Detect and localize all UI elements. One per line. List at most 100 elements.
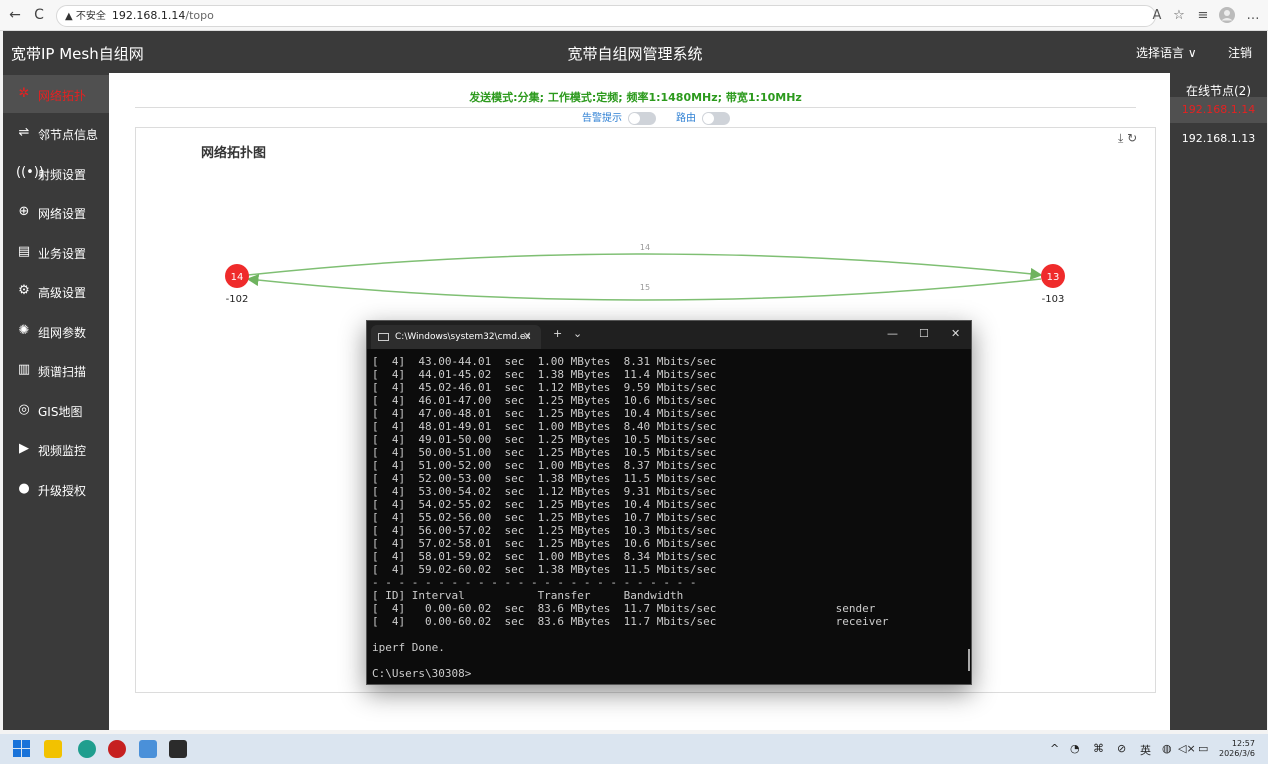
network-tray-icon[interactable]: ◔ <box>1070 742 1080 755</box>
clock-date: 2026/3/6 <box>1219 749 1255 758</box>
tab-close-icon[interactable]: ✕ <box>523 325 531 349</box>
maximize-icon[interactable]: ☐ <box>919 327 929 340</box>
chevron-down-icon[interactable]: ⌄ <box>573 327 582 340</box>
profile-icon[interactable] <box>1218 7 1236 25</box>
map-pin-icon: ◎ <box>18 402 30 417</box>
start-icon[interactable] <box>13 740 31 758</box>
cmd-line: [ 4] 51.00-52.00 sec 1.00 MBytes 8.37 Mb… <box>372 459 717 472</box>
terminal-icon <box>378 333 389 341</box>
sidebar-item-label: 业务设置 <box>38 247 87 261</box>
security-warning[interactable]: ▲ 不安全 <box>65 11 106 22</box>
cmd-line: [ 4] 43.00-44.01 sec 1.00 MBytes 8.31 Mb… <box>372 355 717 368</box>
cmd-tab-title: C:\Windows\system32\cmd.ex <box>395 332 531 342</box>
route-toggle[interactable]: 路由 <box>676 109 730 125</box>
wifi-icon[interactable]: ◍ <box>1162 742 1172 755</box>
address-bar[interactable]: ▲ 不安全 192.168.1.14/topo <box>56 5 1156 27</box>
battery-icon[interactable]: ▭ <box>1198 742 1208 755</box>
cmd-line: [ 4] 46.01-47.00 sec 1.25 MBytes 10.6 Mb… <box>372 394 717 407</box>
node-signal: -103 <box>1042 294 1065 305</box>
camera-icon: ▶ <box>19 441 29 456</box>
alarm-toggle-label: 告警提示 <box>582 113 622 124</box>
cmd-line: [ 4] 52.00-53.00 sec 1.38 MBytes 11.5 Mb… <box>372 472 717 485</box>
route-switch[interactable] <box>702 111 730 125</box>
read-aloud-icon[interactable]: A <box>1148 7 1166 25</box>
sidebar-item-service[interactable]: ▤ 业务设置 <box>3 233 109 271</box>
sidebar-item-video[interactable]: ▶ 视频监控 <box>3 430 109 468</box>
sidebar-item-label: 视频监控 <box>38 444 87 458</box>
online-node-item[interactable]: 192.168.1.13 <box>1170 126 1267 152</box>
sidebar-item-label: 频谱扫描 <box>38 365 87 379</box>
cmd-line: [ 4] 54.02-55.02 sec 1.25 MBytes 10.4 Mb… <box>372 498 717 511</box>
online-nodes-panel: 在线节点(2) 192.168.1.14 192.168.1.13 <box>1170 73 1267 730</box>
clock-time: 12:57 <box>1231 739 1255 748</box>
sidebar-item-neighbors[interactable]: ⇌ 邻节点信息 <box>3 114 109 152</box>
cmd-line: [ 4] 59.02-60.02 sec 1.38 MBytes 11.5 Mb… <box>372 563 717 576</box>
cmd-line: [ 4] 55.02-56.00 sec 1.25 MBytes 10.7 Mb… <box>372 511 717 524</box>
sidebar-item-label: 邻节点信息 <box>38 128 99 142</box>
cmd-line: [ 4] 57.02-58.01 sec 1.25 MBytes 10.6 Mb… <box>372 537 717 550</box>
neighbor-icon: ⇌ <box>18 125 30 140</box>
topology-icon: ✲ <box>18 86 30 101</box>
cmd-line: [ 4] 50.00-51.00 sec 1.25 MBytes 10.5 Mb… <box>372 446 717 459</box>
terminal-taskbar-icon[interactable] <box>169 740 187 758</box>
app-red-icon[interactable] <box>108 740 126 758</box>
cmd-tab[interactable]: C:\Windows\system32\cmd.ex ✕ <box>371 325 541 349</box>
notification-off-icon[interactable]: ⊘ <box>1117 742 1126 755</box>
scrollbar-thumb[interactable] <box>968 649 970 671</box>
service-icon: ▤ <box>17 244 31 259</box>
network-params-icon: ✺ <box>18 323 30 338</box>
new-tab-icon[interactable]: + <box>553 327 562 340</box>
browser-toolbar: ← C ▲ 不安全 192.168.1.14/topo A ☆ ≡ … <box>0 0 1268 31</box>
sidebar-item-label: GIS地图 <box>38 405 83 419</box>
taskbar: ^ ◔ ⌘ ⊘ 英 ◍ ◁× ▭ 12:57 2026/3/6 <box>0 734 1268 764</box>
node-id: 13 <box>1047 272 1060 283</box>
file-explorer-icon[interactable] <box>44 740 62 758</box>
sidebar-item-spectrum[interactable]: ▥ 频谱扫描 <box>3 351 109 389</box>
close-icon[interactable]: ✕ <box>951 327 960 340</box>
volume-muted-icon[interactable]: ◁× <box>1178 742 1196 755</box>
sidebar-item-gis[interactable]: ◎ GIS地图 <box>3 391 109 429</box>
sidebar-item-upgrade[interactable]: ● 升级授权 <box>3 470 109 508</box>
sidebar-item-advanced[interactable]: ⚙ 高级设置 <box>3 272 109 310</box>
alarm-switch[interactable] <box>628 111 656 125</box>
sidebar-item-topology[interactable]: ✲ 网络拓扑 <box>3 75 109 113</box>
reload-icon[interactable]: C <box>30 6 48 24</box>
sidebar-item-network-params[interactable]: ✺ 组网参数 <box>3 312 109 350</box>
app-tray-icon[interactable]: ⌘ <box>1093 742 1104 755</box>
alarm-toggle[interactable]: 告警提示 <box>582 109 656 125</box>
chevron-up-icon[interactable]: ^ <box>1050 742 1059 755</box>
minimize-icon[interactable]: — <box>887 327 898 340</box>
cmd-line: iperf Done. <box>372 641 445 654</box>
cmd-output[interactable]: [ 4] 43.00-44.01 sec 1.00 MBytes 8.31 Mb… <box>372 355 968 680</box>
cmd-line: [ 4] 53.00-54.02 sec 1.12 MBytes 9.31 Mb… <box>372 485 717 498</box>
sidebar-item-radio[interactable]: ((•)) 射频设置 <box>3 154 109 192</box>
back-icon[interactable]: ← <box>6 6 24 24</box>
sidebar-item-label: 组网参数 <box>38 326 87 340</box>
collections-icon[interactable]: ≡ <box>1194 7 1212 25</box>
language-select[interactable]: 选择语言 ∨ <box>1136 44 1197 61</box>
cmd-line: [ 4] 49.01-50.00 sec 1.25 MBytes 10.5 Mb… <box>372 433 717 446</box>
cmd-line: [ 4] 0.00-60.02 sec 83.6 MBytes 11.7 Mbi… <box>372 615 889 628</box>
cmd-window: C:\Windows\system32\cmd.ex ✕ + ⌄ — ☐ ✕ [… <box>366 320 972 685</box>
cmd-line: [ 4] 45.02-46.01 sec 1.12 MBytes 9.59 Mb… <box>372 381 717 394</box>
upgrade-icon: ● <box>18 481 30 496</box>
edge-browser-icon[interactable] <box>78 740 96 758</box>
sidebar-item-label: 网络设置 <box>38 207 87 221</box>
cmd-line: - - - - - - - - - - - - - - - - - - - - … <box>372 576 697 589</box>
remote-desktop-icon[interactable] <box>139 740 157 758</box>
logout-button[interactable]: 注销 <box>1228 44 1252 61</box>
node-id: 14 <box>231 272 244 283</box>
favorite-icon[interactable]: ☆ <box>1170 7 1188 25</box>
link-label: 14 <box>640 243 650 252</box>
ime-indicator[interactable]: 英 <box>1140 742 1151 758</box>
cmd-line <box>372 654 968 667</box>
online-node-item[interactable]: 192.168.1.14 <box>1170 97 1267 123</box>
sidebar-item-network[interactable]: ⊕ 网络设置 <box>3 193 109 231</box>
sidebar-item-label: 网络拓扑 <box>38 89 87 103</box>
app-header: 宽带IP Mesh自组网 宽带自组网管理系统 选择语言 ∨ 注销 <box>3 31 1267 73</box>
cmd-line: [ 4] 44.01-45.02 sec 1.38 MBytes 11.4 Mb… <box>372 368 717 381</box>
link-label: 15 <box>640 283 650 292</box>
clock[interactable]: 12:57 2026/3/6 <box>1219 739 1255 759</box>
radio-icon: ((•)) <box>16 165 44 180</box>
more-icon[interactable]: … <box>1244 7 1262 25</box>
